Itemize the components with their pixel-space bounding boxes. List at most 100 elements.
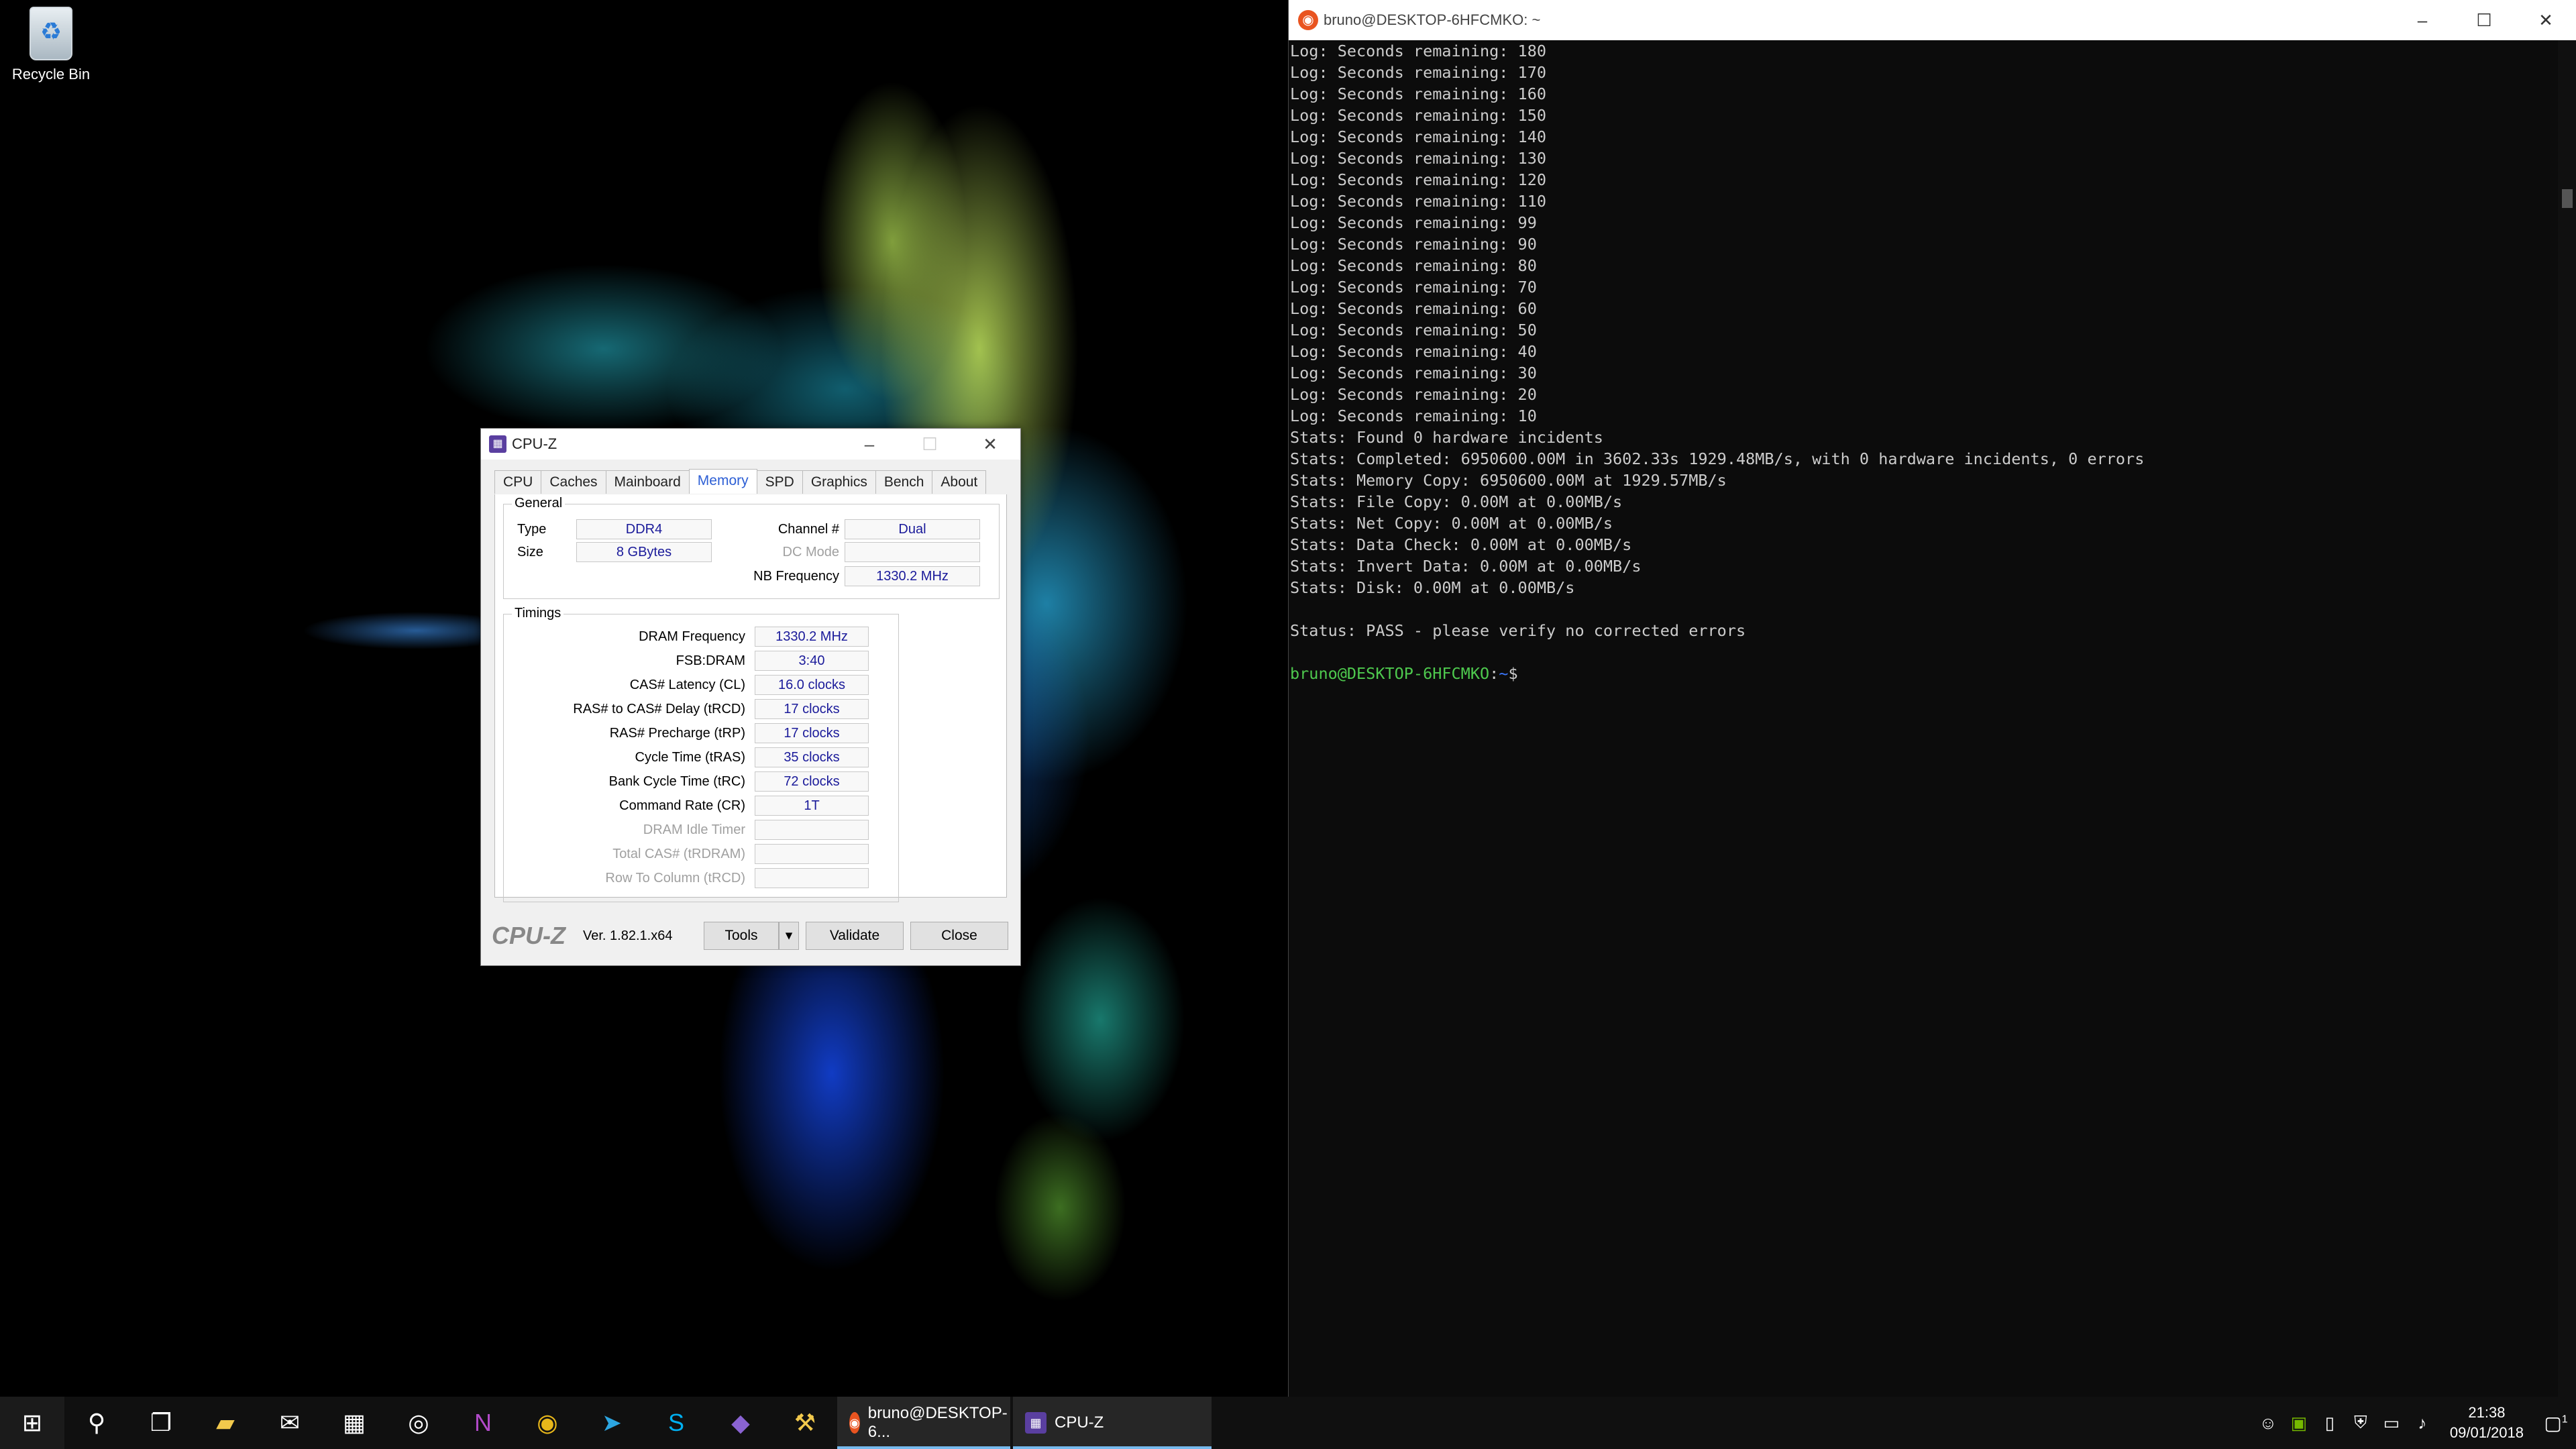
minimize-button[interactable]: – [2392,0,2453,40]
task-view-icon[interactable]: ❐ [129,1397,193,1449]
tab-cpu[interactable]: CPU [494,470,542,494]
recycle-bin-shortcut[interactable]: Recycle Bin [9,7,93,83]
defender-icon[interactable]: ⛨ [2345,1412,2376,1434]
terminal-line: Log: Seconds remaining: 170 [1290,63,1547,82]
cpuz-tabs: CPU Caches Mainboard Memory SPD Graphics… [494,469,1007,495]
tab-graphics[interactable]: Graphics [802,470,876,494]
telegram-icon[interactable]: ➤ [580,1397,644,1449]
terminal-line: Stats: Disk: 0.00M at 0.00MB/s [1290,578,1575,597]
timing-label-command-rate: Command Rate (CR) [619,798,745,813]
terminal-line: Log: Seconds remaining: 30 [1290,364,1537,382]
close-window-button[interactable]: ✕ [960,429,1020,460]
terminal-line: Log: Seconds remaining: 140 [1290,127,1547,146]
groove-music-icon[interactable]: ◎ [386,1397,451,1449]
search-icon[interactable]: ⚲ [64,1397,129,1449]
ubuntu-icon: ◉ [849,1412,860,1434]
prompt-user: bruno@DESKTOP-6HFCMKO [1290,664,1490,683]
timing-label-dram-frequency: DRAM Frequency [639,629,745,644]
timing-label-trp: RAS# Precharge (tRP) [609,726,745,741]
cpuz-title: CPU-Z [512,435,557,452]
prompt-path: ~ [1499,664,1509,683]
chrome-icon[interactable]: ◉ [515,1397,580,1449]
terminal-line: Log: Seconds remaining: 40 [1290,342,1537,361]
type-value: DDR4 [576,519,712,539]
terminal-line: Log: Seconds remaining: 80 [1290,256,1537,275]
timing-label-total-cas: Total CAS# (tRDRAM) [612,847,745,861]
mail-icon[interactable]: ✉ [258,1397,322,1449]
timing-value-trc: 72 clocks [755,771,869,792]
recycle-bin-icon [30,7,72,60]
nvidia-icon[interactable]: ▣ [2284,1413,2314,1434]
tool-app-icon[interactable]: ⚒ [773,1397,837,1449]
tools-dropdown-button[interactable]: ▾ [779,922,799,950]
cpuz-version: Ver. 1.82.1.x64 [583,928,673,943]
timings-group: Timings DRAM Frequency 1330.2 MHz FSB:DR… [503,606,899,902]
maximize-button[interactable]: ☐ [900,429,960,460]
terminal-line: Status: PASS - please verify no correcte… [1290,621,1746,640]
file-explorer-icon[interactable]: ▰ [193,1397,258,1449]
validate-button[interactable]: Validate [806,922,904,950]
timing-value-dram-frequency: 1330.2 MHz [755,627,869,647]
recycle-bin-label: Recycle Bin [11,66,91,83]
terminal-line: Log: Seconds remaining: 130 [1290,149,1547,168]
terminal-window: ◉ bruno@DESKTOP-6HFCMKO: ~ – ☐ ✕ Log: Se… [1288,0,2576,1397]
terminal-line: Log: Seconds remaining: 110 [1290,192,1547,211]
terminal-line: Stats: Invert Data: 0.00M at 0.00MB/s [1290,557,1642,576]
terminal-titlebar[interactable]: ◉ bruno@DESKTOP-6HFCMKO: ~ – ☐ ✕ [1289,0,2576,40]
calendar-icon[interactable]: ▦ [322,1397,386,1449]
notification-count: 1 [2561,1413,2568,1426]
cpuz-window: ▦ CPU-Z – ☐ ✕ CPU Caches Mainboard Memor… [480,428,1021,966]
timing-value-command-rate: 1T [755,796,869,816]
clock-date: 09/01/2018 [2449,1424,2524,1441]
cpuz-app-icon: ▦ [489,435,506,453]
channel-value: Dual [845,519,980,539]
timing-label-cas-latency: CAS# Latency (CL) [629,678,745,692]
tools-button[interactable]: Tools [704,922,779,950]
taskbar-app-label: CPU-Z [1055,1413,1104,1432]
chevron-down-icon: ▾ [785,928,793,943]
terminal-scrollbar[interactable] [2558,40,2576,1397]
action-center-icon[interactable]: ▢1 [2536,1412,2576,1434]
terminal-line: Stats: Completed: 6950600.00M in 3602.33… [1290,449,2145,468]
skype-icon[interactable]: S [644,1397,708,1449]
taskbar-app-terminal[interactable]: ◉ bruno@DESKTOP-6... [837,1397,1010,1449]
tab-spd[interactable]: SPD [756,470,803,494]
desktop-wallpaper: Recycle Bin ▦ CPU-Z – ☐ ✕ CPU Caches Mai… [0,0,1288,1449]
visual-studio-icon[interactable]: ◆ [708,1397,773,1449]
maximize-button[interactable]: ☐ [2453,0,2515,40]
terminal-line: Log: Seconds remaining: 20 [1290,385,1537,404]
onenote-icon[interactable]: N [451,1397,515,1449]
tab-mainboard[interactable]: Mainboard [605,470,690,494]
type-label: Type [517,522,547,537]
tab-bench[interactable]: Bench [875,470,933,494]
taskbar: ⊞ ⚲ ❐ ▰ ✉ ▦ ◎ N ◉ ➤ S ◆ ⚒ ◉ bruno@DESKTO… [0,1397,2576,1449]
terminal-prompt[interactable]: bruno@DESKTOP-6HFCMKO:~$ [1290,663,2558,684]
scrollbar-thumb[interactable] [2562,189,2573,208]
cpuz-icon: ▦ [1025,1412,1046,1434]
tab-about[interactable]: About [932,470,987,494]
timing-value-trp: 17 clocks [755,723,869,743]
close-button[interactable]: Close [910,922,1008,950]
tab-memory[interactable]: Memory [688,469,757,494]
taskbar-app-cpuz[interactable]: ▦ CPU-Z [1013,1397,1212,1449]
clock[interactable]: 21:38 09/01/2018 [2450,1403,2524,1443]
terminal-line: Log: Seconds remaining: 180 [1290,42,1547,60]
volume-icon[interactable]: ♪ [2407,1413,2438,1434]
windows-start-icon[interactable]: ⊞ [0,1397,64,1449]
cpuz-titlebar[interactable]: ▦ CPU-Z – ☐ ✕ [481,429,1020,460]
tab-caches[interactable]: Caches [541,470,606,494]
timing-label-fsb-dram: FSB:DRAM [676,653,745,668]
general-group: General Type DDR4 Size 8 GBytes Channel … [503,496,1000,599]
network-icon[interactable]: ▭ [2376,1413,2407,1434]
terminal-line: Log: Seconds remaining: 70 [1290,278,1537,297]
terminal-output[interactable]: Log: Seconds remaining: 180 Log: Seconds… [1290,40,2558,1397]
usb-icon[interactable]: ▯ [2314,1413,2345,1434]
timing-value-row-to-column [755,868,869,888]
minimize-button[interactable]: – [839,429,900,460]
terminal-line: Log: Seconds remaining: 60 [1290,299,1537,318]
people-icon[interactable]: ☺ [2253,1413,2284,1434]
close-window-button[interactable]: ✕ [2515,0,2576,40]
channel-label: Channel # [777,522,839,537]
dc-mode-value [845,542,980,562]
